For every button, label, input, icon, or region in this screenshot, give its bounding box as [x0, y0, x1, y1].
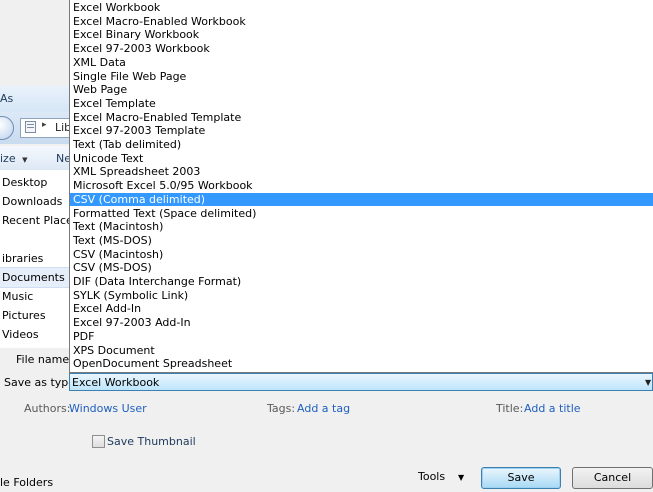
library-folder-icon — [25, 121, 36, 133]
navigation-pane: Desktop Downloads Recent Places ibraries… — [0, 170, 79, 348]
chevron-down-icon[interactable]: ▼ — [645, 378, 651, 387]
title-label: Title: — [496, 402, 524, 415]
file-type-option[interactable]: XPS Document — [70, 344, 653, 358]
save-button[interactable]: Save — [481, 467, 561, 489]
nav-item-desktop[interactable]: Desktop — [2, 176, 47, 189]
nav-item-libraries[interactable]: ibraries — [2, 252, 43, 265]
save-as-type-value: Excel Workbook — [72, 376, 160, 389]
nav-item-pictures[interactable]: Pictures — [2, 309, 46, 322]
file-type-dropdown-list: Excel Workbook Excel Macro-Enabled Workbo… — [69, 0, 653, 373]
file-type-option[interactable]: Text (Macintosh) — [70, 220, 653, 234]
title-field[interactable]: Add a title — [524, 402, 581, 415]
cancel-button[interactable]: Cancel — [572, 467, 653, 489]
file-type-option[interactable]: Excel 97-2003 Workbook — [70, 42, 653, 56]
file-type-option[interactable]: Unicode Text — [70, 152, 653, 166]
save-thumbnail-checkbox[interactable] — [92, 435, 105, 448]
file-type-option[interactable]: CSV (Macintosh) — [70, 248, 653, 262]
nav-item-videos[interactable]: Videos — [2, 328, 39, 341]
file-type-option[interactable]: Excel Add-In — [70, 302, 653, 316]
file-type-option[interactable]: Excel Macro-Enabled Workbook — [70, 15, 653, 29]
nav-item-recent-places[interactable]: Recent Places — [2, 214, 79, 227]
file-type-option[interactable]: Excel Template — [70, 97, 653, 111]
file-type-option[interactable]: SYLK (Symbolic Link) — [70, 289, 653, 303]
save-as-type-label: Save as type: — [4, 376, 79, 389]
save-thumbnail-label[interactable]: Save Thumbnail — [107, 435, 196, 448]
file-type-option[interactable]: Excel Binary Workbook — [70, 28, 653, 42]
file-type-option[interactable]: Web Page — [70, 83, 653, 97]
organize-button[interactable]: ize ▼ — [0, 152, 28, 165]
file-type-option[interactable]: CSV (Comma delimited) — [70, 192, 653, 207]
file-type-option[interactable]: Text (Tab delimited) — [70, 138, 653, 152]
file-type-option[interactable]: XML Data — [70, 56, 653, 70]
dialog-title: As — [0, 92, 14, 105]
organize-label: ize — [0, 152, 16, 165]
file-type-option[interactable]: Formatted Text (Space delimited) — [70, 207, 653, 221]
file-type-option[interactable]: PDF — [70, 330, 653, 344]
file-type-option[interactable]: XML Spreadsheet 2003 — [70, 165, 653, 179]
nav-item-music[interactable]: Music — [2, 290, 33, 303]
breadcrumb-separator-icon: ▸ — [42, 120, 47, 130]
nav-item-downloads[interactable]: Downloads — [2, 195, 62, 208]
file-type-option[interactable]: Excel Macro-Enabled Template — [70, 111, 653, 125]
file-name-label: File name: — [16, 353, 73, 366]
file-type-option[interactable]: Excel 97-2003 Add-In — [70, 316, 653, 330]
file-type-option[interactable]: Excel 97-2003 Template — [70, 124, 653, 138]
file-type-option[interactable]: Microsoft Excel 5.0/95 Workbook — [70, 179, 653, 193]
authors-label: Authors: — [24, 402, 71, 415]
chevron-down-icon[interactable]: ▼ — [458, 473, 464, 482]
nav-item-documents[interactable]: Documents — [2, 271, 65, 284]
tools-button[interactable]: Tools — [418, 470, 445, 483]
tags-field[interactable]: Add a tag — [297, 402, 350, 415]
authors-field[interactable]: Windows User — [69, 402, 147, 415]
file-type-option[interactable]: Single File Web Page — [70, 70, 653, 84]
file-type-option[interactable]: OpenDocument Spreadsheet — [70, 357, 653, 371]
hide-folders-toggle[interactable]: le Folders — [0, 476, 53, 489]
file-type-option[interactable]: Text (MS-DOS) — [70, 234, 653, 248]
file-type-option[interactable]: CSV (MS-DOS) — [70, 261, 653, 275]
chevron-down-icon: ▼ — [22, 156, 28, 164]
tags-label: Tags: — [267, 402, 296, 415]
file-type-option[interactable]: Excel Workbook — [70, 1, 653, 15]
file-type-option[interactable]: DIF (Data Interchange Format) — [70, 275, 653, 289]
